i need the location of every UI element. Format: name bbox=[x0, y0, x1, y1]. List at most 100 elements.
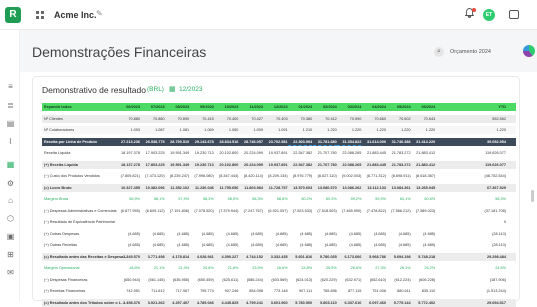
table-cell: 60,1% bbox=[399, 197, 411, 201]
apps-grid-icon[interactable] bbox=[36, 11, 45, 20]
table-cell: 70.660 bbox=[374, 116, 386, 121]
table-cell: 26,2% bbox=[424, 266, 436, 270]
table-row[interactable]: (+) Receita Líquida 18.137.278 17.803.225 1… bbox=[42, 160, 516, 169]
table-row[interactable]: Nº Colaboradores 1.093 1.087 1.081 1.069 1.05… bbox=[42, 126, 516, 134]
column-header[interactable]: 04/2024 bbox=[360, 103, 386, 111]
table-cell: (4.685) bbox=[398, 231, 411, 236]
row-label: (−) Resultado de Equivalência Patrimonia… bbox=[44, 220, 115, 224]
table-cell: (650.944) bbox=[123, 277, 140, 282]
sidebar-item-grid-icon[interactable]: ⊞ bbox=[6, 250, 15, 259]
sidebar-item-network-icon[interactable]: ⬡ bbox=[6, 214, 15, 223]
column-header[interactable]: 08/2023 bbox=[163, 103, 189, 111]
table-cell: 31.614.000 bbox=[366, 139, 386, 144]
table-cell: (652.610) bbox=[369, 277, 386, 282]
budget-logo-icon[interactable] bbox=[523, 45, 535, 57]
table-cell: 59,9% bbox=[375, 197, 386, 201]
table-cell: 765.896 bbox=[323, 289, 337, 293]
sidebar-item-list-icon[interactable]: ≡ bbox=[6, 82, 15, 91]
table-cell: 742.951 bbox=[126, 289, 140, 293]
chat-icon[interactable] bbox=[509, 10, 519, 19]
table-cell: 3.601.960 bbox=[270, 300, 288, 305]
column-header[interactable]: 06/2023 bbox=[114, 103, 140, 111]
sidebar-item-box-icon[interactable]: ▣ bbox=[6, 232, 15, 241]
table-row[interactable]: (−) Resultado de Equivalência Patrimonia… bbox=[42, 218, 516, 226]
column-header[interactable]: 01/2024 bbox=[286, 103, 312, 111]
table-row[interactable]: (−) Despesas Administrativas e Comerciai… bbox=[42, 207, 516, 215]
table-cell: (4.685) bbox=[423, 231, 436, 236]
table-cell: 4.799.241 bbox=[246, 300, 263, 305]
app-logo[interactable]: R bbox=[5, 7, 21, 23]
table-cell: 3.349.570 bbox=[123, 254, 140, 259]
table-cell: 58,3% bbox=[203, 197, 214, 201]
table-cell: 70.403 bbox=[275, 116, 288, 121]
table-cell: (612.224) bbox=[394, 277, 411, 282]
report-date[interactable]: 12/2023 bbox=[179, 86, 203, 93]
table-cell: 5.748.218 bbox=[418, 254, 436, 259]
table-cell: 5.780.035 bbox=[319, 254, 337, 259]
table-cell: 26,5% bbox=[326, 266, 337, 270]
table-row[interactable]: (=) Lucro Bruto 10.327.455 10.382.096 11.35… bbox=[42, 183, 516, 192]
column-header[interactable]: 03/2024 bbox=[335, 103, 362, 111]
column-header[interactable]: 07/2023 bbox=[139, 103, 165, 111]
search-icon[interactable]: ⌕ bbox=[434, 47, 444, 57]
table-cell: 854.098 bbox=[249, 289, 263, 293]
table-cell: (7.191.806) bbox=[169, 208, 190, 213]
sidebar-item-menu-icon[interactable]: ≣ bbox=[6, 101, 15, 110]
column-header[interactable]: 10/2023 bbox=[212, 103, 239, 111]
table-cell: (4.685) bbox=[201, 231, 214, 236]
calendar-icon[interactable]: ▦ bbox=[169, 85, 176, 93]
table-cell: 877.115 bbox=[347, 289, 362, 293]
company-name[interactable]: Acme Inc. bbox=[54, 10, 97, 20]
table-row[interactable]: (+) Outras Receitas (4.685) (4.685) (4.685)… bbox=[42, 241, 516, 249]
table-cell: 10.382.096 bbox=[145, 185, 165, 190]
table-row[interactable]: Nº Clientes 70.880 70.880 70.690 70.415 70.40… bbox=[42, 114, 516, 123]
table-cell: 1.093 bbox=[130, 128, 140, 132]
table-row[interactable]: Receita por Linha de Produto 27.213.236 26… bbox=[42, 137, 516, 146]
table-row[interactable]: (=) Resultado antes dos Tributos sobre o… bbox=[42, 298, 516, 307]
table-cell: 70.643 bbox=[423, 116, 436, 121]
table-cell: (625.611) bbox=[222, 277, 239, 282]
table-cell: (4.685) bbox=[398, 243, 411, 247]
sidebar-item-mail-icon[interactable]: ✉ bbox=[6, 268, 15, 277]
table-cell: 21.883.412 bbox=[416, 162, 436, 167]
table-row[interactable]: (=) Resultado antes das Receitas e Despe… bbox=[42, 252, 516, 261]
table-cell: 22.547.382 bbox=[293, 151, 313, 155]
table-cell: (4.685) bbox=[201, 243, 214, 247]
ytd-cell: 119.626.077 bbox=[485, 151, 506, 155]
table-row[interactable]: (−) Custo dos Produtos Vendidos (7.809.82… bbox=[42, 172, 516, 180]
sidebar-item-table-icon[interactable]: ▤ bbox=[6, 119, 15, 128]
table-cell: 60,2% bbox=[301, 197, 313, 201]
table-cell: 773.148 bbox=[273, 289, 288, 293]
table-row[interactable]: Receita Líquida 18.197.378 17.903.225 19.59… bbox=[42, 149, 516, 157]
budget-selector[interactable]: Orçamento 2024 bbox=[450, 49, 491, 55]
table-cell: (4.685) bbox=[127, 243, 140, 247]
table-cell: 23.702.581 bbox=[268, 139, 288, 144]
table-cell: 16,6% bbox=[276, 266, 288, 270]
table-row[interactable]: (−) Despesas Financeiras (650.944) (561.14… bbox=[42, 276, 516, 284]
sidebar-item-reports-icon[interactable]: ▦ bbox=[6, 160, 15, 169]
table-cell: (650.459) bbox=[197, 277, 214, 282]
column-header[interactable]: 09/2023 bbox=[188, 103, 214, 111]
column-header[interactable]: 06/2024 bbox=[409, 103, 435, 111]
sidebar-item-chart-icon[interactable]: ⌇ bbox=[6, 137, 15, 146]
column-header[interactable]: 12/2023 bbox=[262, 103, 288, 111]
edit-icon[interactable]: ✎ bbox=[96, 9, 103, 18]
table-cell: 70.400 bbox=[226, 116, 239, 121]
sidebar-item-home-icon[interactable]: ⌂ bbox=[6, 196, 15, 205]
table-cell: 5.780.500 bbox=[295, 300, 313, 305]
column-header[interactable]: 05/2024 bbox=[385, 103, 411, 111]
expand-all-toggle[interactable]: Expandir todos bbox=[44, 103, 72, 111]
table-row[interactable]: Margem Bruta 56,9% 58,1% 57,9% 58,3% 58,5% 58,… bbox=[42, 195, 516, 203]
column-header[interactable]: 02/2024 bbox=[311, 103, 337, 111]
user-avatar[interactable]: ET bbox=[483, 9, 495, 21]
table-cell: (4.685) bbox=[373, 243, 386, 247]
table-row[interactable]: (+) Outras Despesas (4.685) (4.685) (4.685)… bbox=[42, 230, 516, 238]
vertical-scrollbar[interactable] bbox=[531, 190, 534, 202]
table-cell: 18,6% bbox=[129, 266, 140, 270]
table-row[interactable]: (+) Receitas Financeiras 742.951 711.612 71… bbox=[42, 287, 516, 295]
sidebar-item-settings-icon[interactable]: ⚙ bbox=[6, 179, 15, 188]
table-cell: 70.427 bbox=[251, 116, 263, 121]
table-row[interactable]: Margem Operacional 18,6% 21,1% 21,3% 20,8% 21… bbox=[42, 264, 516, 272]
ytd-cell: (28.110) bbox=[492, 231, 506, 236]
column-header[interactable]: 11/2023 bbox=[237, 103, 263, 111]
